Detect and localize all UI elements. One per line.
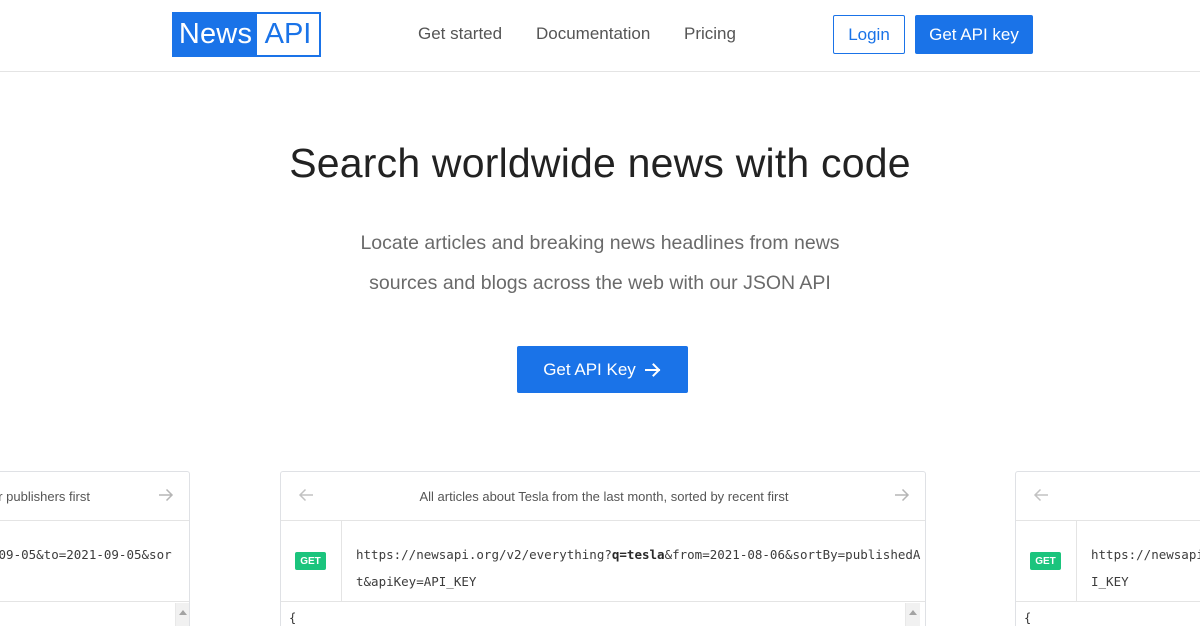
login-button[interactable]: Login [833, 15, 905, 54]
response-scrollbar[interactable] [175, 603, 189, 626]
example-card-header: All articles about Tesla from the last m… [281, 472, 925, 521]
nav-documentation[interactable]: Documentation [536, 24, 650, 44]
hero-get-api-key-button[interactable]: Get API Key [517, 346, 688, 393]
example-response: { [1016, 603, 1200, 626]
hero-title: Search worldwide news with code [289, 140, 911, 186]
example-url: -09-05&to=2021-09-05&sor [0, 547, 172, 562]
nav-get-started[interactable]: Get started [418, 24, 502, 44]
example-url[interactable]: https://newsapi I_KEY [1091, 541, 1200, 595]
arrow-left-icon[interactable] [1032, 486, 1050, 504]
hero-subtitle-line-1: Locate articles and breaking news headli… [360, 232, 840, 254]
method-column: GET [1016, 521, 1077, 601]
example-card-header [1016, 472, 1200, 521]
logo-word-api-box: API [257, 14, 319, 55]
site-header: News API Get started Documentation Prici… [0, 0, 1200, 72]
example-card-title: ar publishers first [0, 489, 90, 504]
example-url[interactable]: https://newsapi.org/v2/everything?q=tesl… [356, 541, 920, 595]
method-column: GET [281, 521, 342, 601]
http-method-badge: GET [1030, 552, 1061, 570]
url-params: &from=2021-08-06&sortBy=publishedA [664, 547, 921, 562]
example-card-next: GET https://newsapi I_KEY { [1015, 471, 1200, 626]
url-line-1: https://newsapi [1091, 547, 1200, 562]
http-method-badge: GET [295, 552, 326, 570]
arrow-right-icon [644, 362, 661, 377]
example-request: GET https://newsapi.org/v2/everything?q=… [281, 521, 925, 602]
arrow-right-icon[interactable] [893, 486, 911, 504]
example-card-title: All articles about Tesla from the last m… [419, 489, 789, 504]
scroll-up-arrow-icon[interactable] [179, 610, 187, 615]
logo-word-news: News [174, 14, 257, 55]
scroll-up-arrow-icon[interactable] [909, 610, 917, 615]
get-api-key-button[interactable]: Get API key [915, 15, 1033, 54]
response-scrollbar[interactable] [905, 603, 920, 626]
example-request: -09-05&to=2021-09-05&sor [0, 521, 189, 602]
response-json: { [289, 611, 297, 625]
example-card-header: ar publishers first [0, 472, 189, 521]
cta-label: Get API Key [543, 359, 636, 379]
example-request: GET https://newsapi I_KEY [1016, 521, 1200, 602]
example-card-current: All articles about Tesla from the last m… [280, 471, 926, 626]
example-response: { [281, 603, 925, 626]
news-api-logo[interactable]: News API [172, 12, 321, 57]
url-line-2: t&apiKey=API_KEY [356, 574, 477, 589]
url-prefix: https://newsapi.org/v2/everything? [356, 547, 612, 562]
url-line-2: I_KEY [1091, 574, 1129, 589]
arrow-right-icon[interactable] [157, 486, 175, 504]
url-query-highlight: q=tesla [611, 547, 665, 562]
response-json: { [1024, 611, 1032, 625]
nav-pricing[interactable]: Pricing [684, 24, 736, 44]
hero-subtitle-line-2: sources and blogs across the web with ou… [369, 272, 831, 294]
logo-word-api: API [264, 18, 312, 50]
example-card-previous: ar publishers first -09-05&to=2021-09-05… [0, 471, 190, 626]
